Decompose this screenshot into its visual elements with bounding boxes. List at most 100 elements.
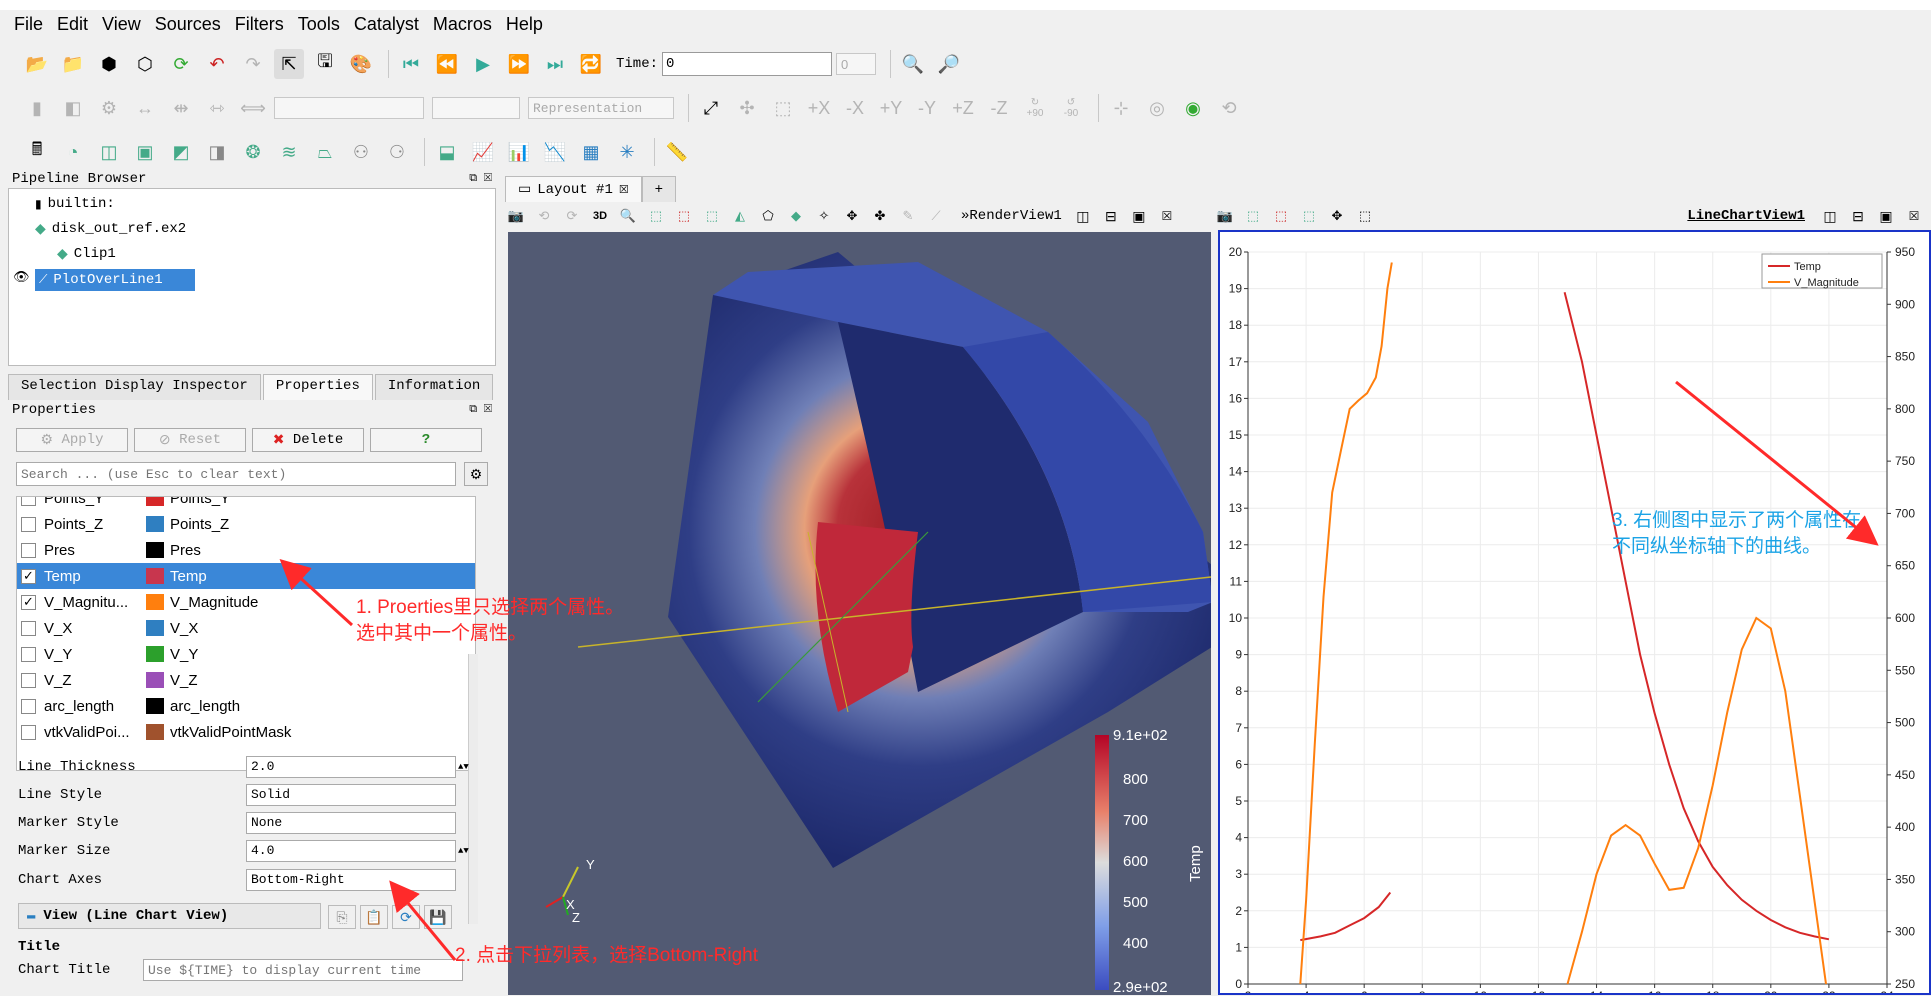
camera-interaction-icon[interactable]: ⇱ [274, 49, 304, 79]
undo-icon[interactable]: ↶ [202, 49, 232, 79]
ruler-icon[interactable]: 📏 [662, 137, 692, 167]
apply-button[interactable]: ⚙ Apply [16, 428, 128, 452]
spin-icon[interactable]: ▲▼ [458, 846, 469, 856]
camera-redo-icon[interactable]: ⟳ [561, 201, 583, 231]
spin-icon[interactable]: ▲▼ [458, 762, 469, 772]
paste-icon[interactable]: 📋 [360, 905, 388, 929]
save-state-icon[interactable]: 🖫 [310, 49, 340, 79]
close-tab-icon[interactable]: ☒ [619, 183, 629, 197]
show-center-icon[interactable]: ◉ [1178, 93, 1208, 123]
split-horizontal-icon[interactable]: ◫ [1072, 201, 1094, 231]
series-color-swatch[interactable] [146, 568, 164, 584]
scalar-bar-icon[interactable]: ▮ [22, 93, 52, 123]
series-checkbox[interactable] [21, 542, 36, 558]
rescale-range-icon[interactable]: ⟺ [238, 93, 268, 123]
open-file-icon[interactable]: 📂 [22, 49, 52, 79]
tab-information[interactable]: Information [374, 374, 494, 400]
series-checkbox[interactable] [21, 497, 36, 506]
menu-tools[interactable]: Tools [298, 14, 340, 35]
advanced-settings-gear-icon[interactable]: ⚙ [464, 462, 488, 486]
zoom-to-data-icon[interactable]: 🔍 [898, 49, 928, 79]
extract-subset-icon[interactable]: ◨ [202, 137, 232, 167]
series-checkbox[interactable] [21, 672, 36, 688]
pipeline-item-disk-out-ref[interactable]: ◆ disk_out_ref.ex2 [35, 218, 186, 240]
view-plus-z-icon[interactable]: +Z [948, 93, 978, 123]
series-color-swatch[interactable] [146, 542, 164, 558]
properties-search-input[interactable] [16, 462, 456, 486]
redo-icon[interactable]: ↷ [238, 49, 268, 79]
menu-macros[interactable]: Macros [433, 14, 492, 35]
series-legend-name[interactable]: V_Z [170, 672, 198, 689]
rescale-visible-icon[interactable]: ⇿ [202, 93, 232, 123]
plot-data-icon[interactable]: 📊 [504, 137, 534, 167]
split-horizontal-icon[interactable]: ◫ [1819, 201, 1841, 231]
menu-sources[interactable]: Sources [155, 14, 221, 35]
python-calculator-icon[interactable]: ✳ [612, 137, 642, 167]
toggle-3d-button[interactable]: 3D [589, 201, 611, 231]
component-dropdown[interactable] [432, 97, 520, 119]
series-checkbox[interactable] [21, 724, 36, 740]
series-legend-name[interactable]: V_Y [170, 646, 198, 663]
extract-selection-icon[interactable]: ⬓ [432, 137, 462, 167]
edit-color-map-icon[interactable]: ◧ [58, 93, 88, 123]
tab-properties[interactable]: Properties [262, 374, 373, 400]
series-legend-name[interactable]: Pres [170, 542, 201, 559]
connect-icon[interactable]: ⬢ [94, 49, 124, 79]
menu-catalyst[interactable]: Catalyst [354, 14, 419, 35]
select-points-icon[interactable]: ⬚ [1242, 201, 1264, 231]
warp-vector-icon[interactable]: ⏢ [310, 137, 340, 167]
disconnect-icon[interactable]: ⬡ [130, 49, 160, 79]
line-thickness-field[interactable]: 2.0 [246, 756, 456, 778]
chart-title-input[interactable] [143, 959, 463, 981]
series-checkbox[interactable] [21, 620, 36, 636]
series-checkbox[interactable]: ✓ [21, 568, 36, 584]
close-view-icon[interactable]: ☒ [1903, 201, 1925, 231]
histogram-icon[interactable]: ▦ [576, 137, 606, 167]
plot-over-line-icon[interactable]: 📉 [540, 137, 570, 167]
reset-range-icon[interactable]: ⚙ [94, 93, 124, 123]
copy-icon[interactable]: ⎘ [328, 905, 356, 929]
series-row-arc-length[interactable]: arc_length arc_length [17, 693, 475, 719]
calculator-icon[interactable]: 🖩 [22, 137, 52, 167]
series-color-swatch[interactable] [146, 724, 164, 740]
pipeline-item-plotoverline1[interactable]: ⟋ PlotOverLine1 [35, 269, 195, 291]
split-vertical-icon[interactable]: ⊟ [1100, 201, 1122, 231]
maximize-icon[interactable]: ▣ [1875, 201, 1897, 231]
chart-axes-dropdown[interactable]: Bottom-Right [246, 869, 456, 891]
delete-button[interactable]: ✖ Delete [252, 428, 364, 452]
series-checkbox[interactable] [21, 516, 36, 532]
zoom-select-icon[interactable]: 🔍 [617, 201, 639, 231]
restore-icon[interactable]: ⟳ [392, 905, 420, 929]
zoom-box-icon[interactable]: ⬚ [768, 93, 798, 123]
glyph-icon[interactable]: ❂ [238, 137, 268, 167]
pick-center-icon[interactable]: ◎ [1142, 93, 1172, 123]
pipeline-item-builtin[interactable]: ▮ builtin: [35, 193, 115, 215]
select-polygon-icon[interactable]: ⬠ [757, 201, 779, 231]
extract-level-icon[interactable]: ⚆ [382, 137, 412, 167]
play-icon[interactable]: ▶ [468, 49, 498, 79]
select-points-icon[interactable]: ⬚ [673, 201, 695, 231]
last-frame-icon[interactable]: ⏭ [540, 49, 570, 79]
line-style-dropdown[interactable]: Solid [246, 784, 456, 806]
reset-closest-icon[interactable]: ✣ [732, 93, 762, 123]
center-axes-icon[interactable]: ⊹ [1106, 93, 1136, 123]
color-palette-icon[interactable]: 🎨 [346, 49, 376, 79]
menu-edit[interactable]: Edit [57, 14, 88, 35]
line-chart[interactable]: 0123456789101112131415161718192024681012… [1220, 232, 1929, 996]
series-row-pres[interactable]: Pres Pres [17, 537, 475, 563]
panel-float-close-icon[interactable]: ⧉ ☒ [469, 404, 492, 416]
contour-icon[interactable]: ◔ [58, 137, 88, 167]
representation-dropdown[interactable]: Representation [528, 97, 674, 119]
zoom-closest-icon[interactable]: 🔎 [934, 49, 964, 79]
view-plus-x-icon[interactable]: +X [804, 93, 834, 123]
reset-button[interactable]: ⊘ Reset [134, 428, 246, 452]
interactive-select-icon[interactable]: ◆ [785, 201, 807, 231]
series-legend-name[interactable]: Points_Z [170, 516, 229, 533]
rotation-center-icon[interactable]: ⟲ [1214, 93, 1244, 123]
capture-screenshot-icon[interactable]: 📷 [505, 201, 527, 231]
series-legend-name[interactable]: Temp [170, 568, 207, 585]
ruler-select-icon[interactable]: ⟋ [925, 201, 947, 231]
split-vertical-icon[interactable]: ⊟ [1847, 201, 1869, 231]
rescale-custom-icon[interactable]: ↔ [130, 93, 160, 123]
select-frustum-icon[interactable]: ◭ [729, 201, 751, 231]
